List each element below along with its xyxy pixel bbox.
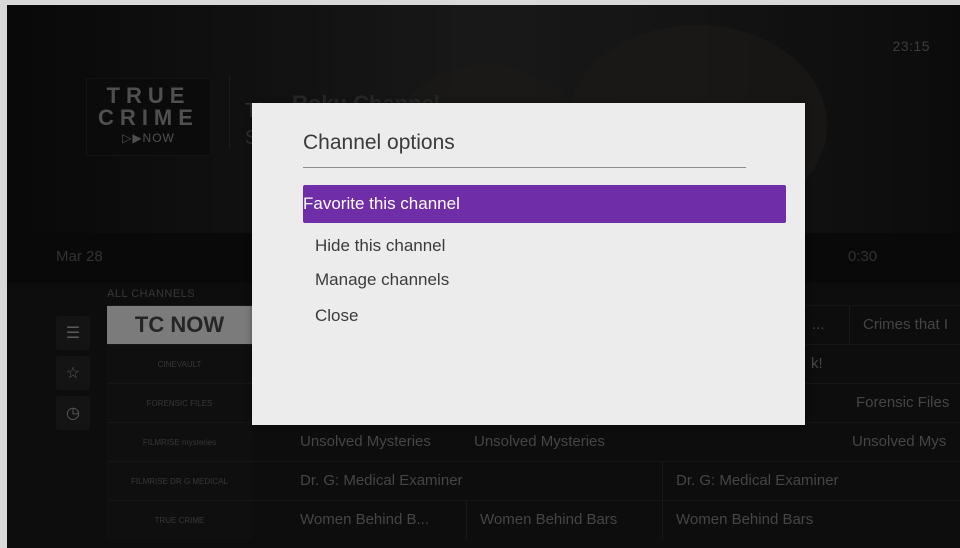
favorite-channel-option[interactable]: Favorite this channel [303,185,786,223]
dialog-title: Channel options [303,131,455,154]
hide-channel-option[interactable]: Hide this channel [303,227,786,265]
manage-channels-option[interactable]: Manage channels [303,261,786,299]
tv-screen: 23:15 TRUE CRIME ▷▶NOW Th Roku Channel S… [7,5,960,548]
dialog-divider [303,167,746,168]
close-option[interactable]: Close [303,297,786,335]
channel-options-dialog: Channel options Favorite this channel Hi… [252,103,805,425]
